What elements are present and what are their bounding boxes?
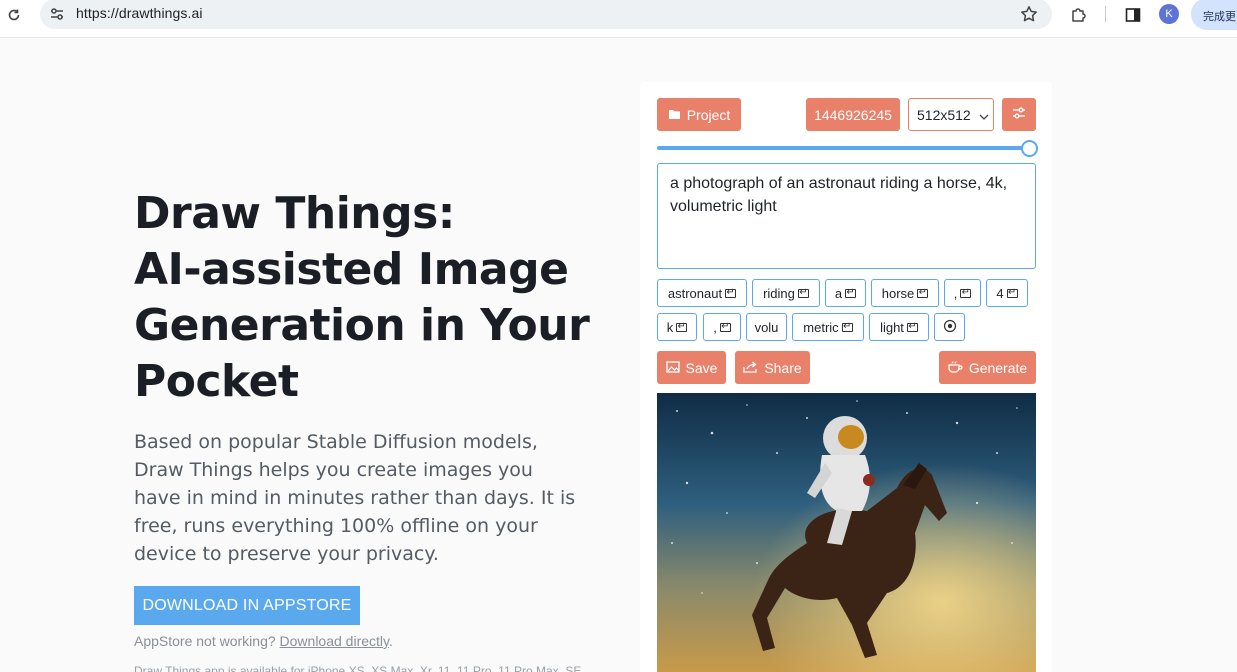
save-label: Save bbox=[685, 359, 718, 376]
address-bar[interactable]: https://drawthings.ai bbox=[40, 0, 1052, 29]
token-text: k bbox=[666, 319, 674, 335]
token-text: , bbox=[713, 319, 717, 335]
token-text: , bbox=[953, 285, 958, 301]
size-value: 512x512 bbox=[917, 106, 971, 123]
device-availability-note: Draw Things app is available for iPhone … bbox=[134, 664, 582, 672]
stop-token-button[interactable] bbox=[934, 313, 965, 341]
token-text: riding bbox=[763, 285, 795, 301]
enter-icon: ↵ bbox=[719, 321, 731, 332]
enter-icon: ↵ bbox=[960, 287, 972, 298]
size-select[interactable]: 512x512 bbox=[908, 98, 994, 131]
steps-slider-track[interactable] bbox=[657, 146, 1025, 150]
share-button[interactable]: Share bbox=[735, 351, 810, 384]
folder-icon bbox=[668, 107, 681, 123]
share-icon bbox=[743, 360, 758, 376]
token-chip[interactable]: k ↵ bbox=[657, 313, 697, 341]
token-chip[interactable]: 4 ↵ bbox=[986, 279, 1028, 307]
token-chip[interactable]: horse ↵ bbox=[871, 279, 939, 307]
enter-icon: ↵ bbox=[725, 287, 737, 298]
update-button[interactable]: 完成更 bbox=[1191, 0, 1237, 30]
toolbar-divider bbox=[1105, 6, 1106, 22]
download-directly-link[interactable]: Download directly bbox=[280, 633, 389, 649]
enter-icon: ↵ bbox=[917, 287, 929, 298]
project-button[interactable]: Project bbox=[657, 98, 741, 131]
project-label: Project bbox=[686, 106, 731, 123]
star-icon[interactable] bbox=[1018, 3, 1040, 25]
browser-toolbar: https://drawthings.ai K 完成更 bbox=[0, 0, 1237, 38]
token-chip[interactable]: riding ↵ bbox=[752, 279, 820, 307]
url-text[interactable]: https://drawthings.ai bbox=[76, 5, 203, 21]
token-text: 4 bbox=[996, 285, 1004, 301]
token-chip[interactable]: , ↵ bbox=[703, 313, 741, 341]
hero-title: Draw Things: AI-assisted Image Generatio… bbox=[134, 186, 604, 410]
hero-title-line: Draw Things: bbox=[134, 188, 455, 239]
download-appstore-button[interactable]: DOWNLOAD IN APPSTORE bbox=[134, 586, 360, 625]
hero-title-line: AI-assisted Image bbox=[134, 244, 569, 295]
token-chip[interactable]: light ↵ bbox=[869, 313, 929, 341]
appstore-note-suffix: . bbox=[389, 633, 393, 649]
reload-icon[interactable] bbox=[4, 5, 24, 25]
save-button[interactable]: Save bbox=[657, 351, 726, 384]
steps-slider-thumb[interactable] bbox=[1021, 140, 1038, 157]
enter-icon: ↵ bbox=[676, 321, 688, 332]
chevron-down-icon bbox=[979, 107, 989, 123]
generate-button[interactable]: Generate bbox=[939, 351, 1036, 384]
hero-title-line: Generation in Your bbox=[134, 300, 590, 351]
image-icon bbox=[665, 360, 680, 376]
token-chip[interactable]: a ↵ bbox=[825, 279, 866, 307]
sliders-icon bbox=[1011, 106, 1027, 123]
prompt-input[interactable]: a photograph of an astronaut riding a ho… bbox=[657, 163, 1036, 269]
appstore-note: AppStore not working? Download directly. bbox=[134, 633, 393, 649]
enter-icon: ↵ bbox=[1006, 287, 1018, 298]
token-chip[interactable]: , ↵ bbox=[944, 279, 981, 307]
token-text: astronaut bbox=[667, 285, 723, 301]
generated-image bbox=[657, 393, 1036, 672]
token-chip[interactable]: volu bbox=[746, 313, 787, 341]
stop-circle-icon bbox=[943, 319, 957, 336]
enter-icon: ↵ bbox=[906, 321, 918, 332]
token-text: metric bbox=[803, 319, 839, 335]
token-text: light bbox=[880, 319, 904, 335]
profile-avatar[interactable]: K bbox=[1159, 4, 1179, 24]
generate-label: Generate bbox=[968, 359, 1028, 376]
hero-title-line: Pocket bbox=[134, 356, 299, 407]
token-chip[interactable]: astronaut ↵ bbox=[657, 279, 747, 307]
token-chip[interactable]: metric ↵ bbox=[792, 313, 864, 341]
settings-button[interactable] bbox=[1002, 98, 1036, 131]
side-panel-icon[interactable] bbox=[1122, 4, 1144, 26]
token-text: volu bbox=[754, 319, 779, 335]
tune-icon[interactable] bbox=[48, 5, 66, 23]
cup-icon bbox=[948, 360, 963, 376]
token-text: horse bbox=[881, 285, 915, 301]
token-text: a bbox=[834, 285, 843, 301]
enter-icon: ↵ bbox=[797, 287, 809, 298]
enter-icon: ↵ bbox=[841, 321, 853, 332]
hero-description: Based on popular Stable Diffusion models… bbox=[134, 431, 576, 565]
appstore-note-prefix: AppStore not working? bbox=[134, 633, 280, 649]
seed-button[interactable]: 1446926245 bbox=[806, 98, 900, 131]
enter-icon: ↵ bbox=[845, 287, 857, 298]
share-label: Share bbox=[764, 359, 802, 376]
puzzle-icon[interactable] bbox=[1068, 4, 1090, 26]
